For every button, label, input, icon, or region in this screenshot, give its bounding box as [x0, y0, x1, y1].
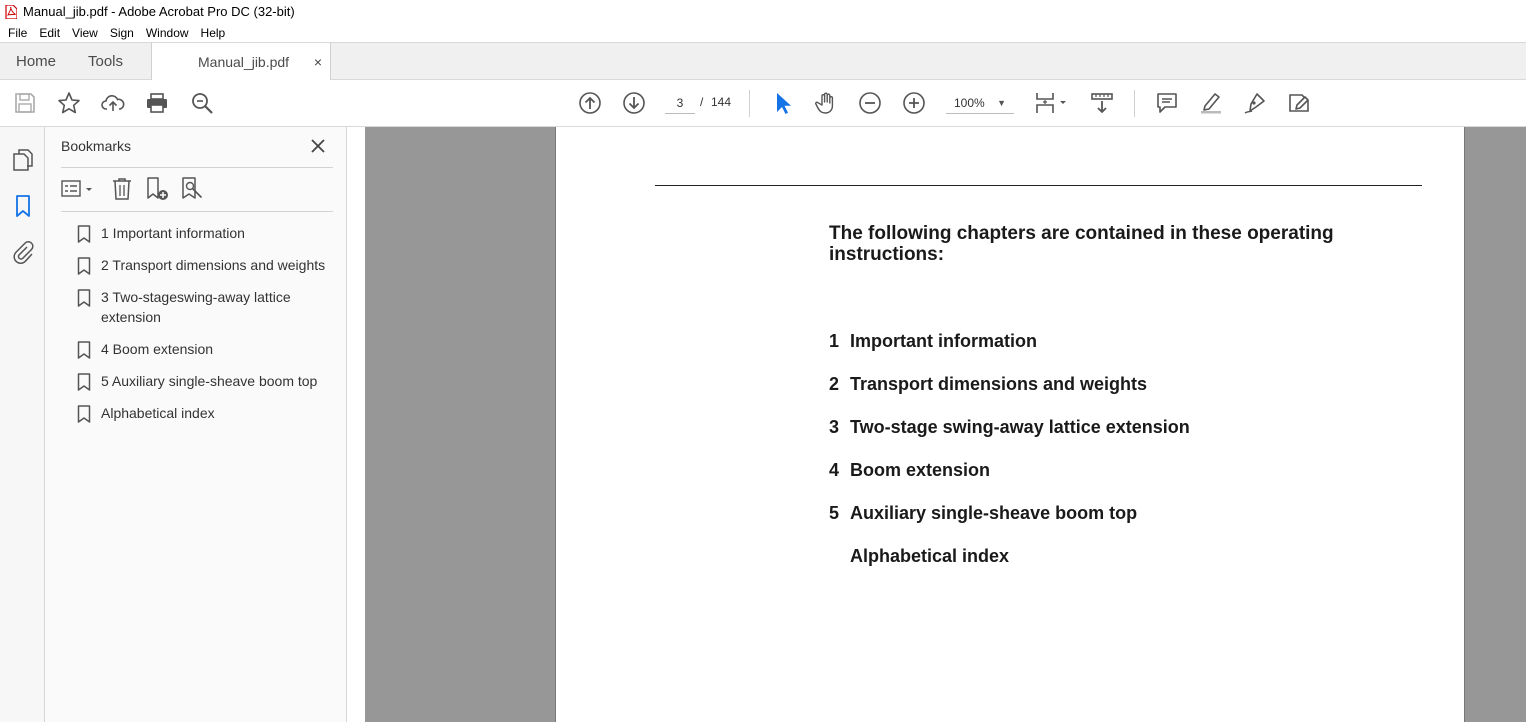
menu-sign[interactable]: Sign: [106, 26, 138, 40]
chevron-down-icon: ▼: [997, 98, 1006, 108]
toolbar-divider: [749, 90, 750, 117]
bookmark-label: Alphabetical index: [101, 405, 215, 421]
page-layout-icon[interactable]: [1034, 91, 1070, 115]
bookmark-icon: [77, 257, 91, 275]
bookmark-panel-icon[interactable]: [11, 194, 35, 218]
toc-title: Transport dimensions and weights: [850, 374, 1148, 394]
window-title: Manual_jib.pdf - Adobe Acrobat Pro DC (3…: [23, 4, 295, 19]
bookmark-icon: [77, 341, 91, 359]
bookmark-label: 5 Auxiliary single-sheave boom top: [101, 373, 318, 389]
menu-file[interactable]: File: [4, 26, 31, 40]
page-heading: The following chapters are contained in …: [829, 223, 1334, 265]
toc-title: Two-stage swing-away lattice extension: [850, 417, 1190, 437]
tab-document-label: Manual_jib.pdf: [198, 54, 290, 70]
tab-bar: Home Tools Manual_jib.pdf ×: [0, 43, 1526, 81]
toolbar-divider: [1134, 90, 1135, 117]
attachments-icon[interactable]: [11, 240, 35, 264]
bookmark-icon: [77, 225, 91, 243]
comment-icon[interactable]: [1155, 91, 1179, 115]
cloud-upload-icon[interactable]: [101, 91, 125, 115]
select-cursor-icon[interactable]: [771, 91, 795, 115]
toolbar: 3 / 144 100% ▼: [0, 80, 1526, 127]
pdf-file-icon: [5, 3, 18, 20]
toc-title: Important information: [850, 331, 1037, 351]
toc-number: 1: [829, 331, 840, 351]
document-viewer[interactable]: The following chapters are contained in …: [347, 127, 1526, 722]
bookmark-label: 3 Two-stageswing-away lattice extension: [101, 289, 291, 325]
star-icon[interactable]: [57, 91, 81, 115]
bookmark-label: 1 Important information: [101, 225, 245, 241]
pdf-page: The following chapters are contained in …: [555, 127, 1465, 722]
menu-help[interactable]: Help: [197, 26, 230, 40]
delete-bookmark-icon[interactable]: [109, 176, 135, 202]
bookmark-icon: [77, 289, 91, 307]
zoom-value: 100%: [954, 96, 985, 110]
menu-edit[interactable]: Edit: [35, 26, 64, 40]
menu-view[interactable]: View: [68, 26, 102, 40]
tab-home[interactable]: Home: [16, 43, 56, 80]
toc-title: Auxiliary single-sheave boom top: [850, 503, 1138, 523]
page-total: 144: [711, 95, 732, 109]
zoom-in-icon[interactable]: [902, 91, 926, 115]
toc-number: 4: [829, 460, 840, 480]
save-icon[interactable]: [13, 91, 37, 115]
toc-title: Boom extension: [850, 460, 991, 480]
page-number-input[interactable]: 3: [665, 92, 695, 114]
bookmark-item[interactable]: 4 Boom extension: [75, 339, 343, 359]
toc-title: Alphabetical index: [850, 546, 1010, 566]
page-thumbnails-icon[interactable]: [11, 148, 35, 172]
title-bar: Manual_jib.pdf - Adobe Acrobat Pro DC (3…: [0, 0, 1526, 23]
find-bookmark-icon[interactable]: [179, 176, 205, 202]
panel-divider: [61, 211, 333, 212]
bookmark-label: 2 Transport dimensions and weights: [101, 257, 326, 273]
bookmark-item[interactable]: 2 Transport dimensions and weights: [75, 255, 343, 275]
panel-divider: [61, 167, 333, 168]
zoom-select[interactable]: 100% ▼: [946, 92, 1014, 114]
bookmark-list: 1 Important information 2 Transport dime…: [75, 223, 343, 435]
bookmark-options-icon[interactable]: [61, 176, 97, 202]
bookmark-item[interactable]: 5 Auxiliary single-sheave boom top: [75, 371, 343, 391]
zoom-out-icon[interactable]: [858, 91, 882, 115]
toc-number: 2: [829, 374, 840, 394]
new-bookmark-icon[interactable]: [144, 176, 170, 202]
close-tab-icon[interactable]: ×: [314, 54, 322, 70]
draw-icon[interactable]: [1243, 91, 1267, 115]
highlight-icon[interactable]: [1199, 91, 1223, 115]
bookmarks-panel: Bookmarks 1 Important information 2 Tran…: [45, 127, 347, 722]
canvas-background: [1465, 127, 1526, 722]
panel-title: Bookmarks: [61, 138, 132, 154]
toc-number: 3: [829, 417, 840, 437]
bookmark-item[interactable]: 1 Important information: [75, 223, 343, 243]
zoom-search-icon[interactable]: [190, 91, 214, 115]
bookmark-icon: [77, 405, 91, 423]
print-icon[interactable]: [145, 91, 169, 115]
tab-tools[interactable]: Tools: [88, 43, 123, 80]
page-up-icon[interactable]: [578, 91, 602, 115]
toc-number: 5: [829, 503, 840, 523]
tab-document[interactable]: Manual_jib.pdf ×: [151, 43, 331, 81]
page-down-icon[interactable]: [622, 91, 646, 115]
bookmark-item[interactable]: Alphabetical index: [75, 403, 343, 423]
bookmark-icon: [77, 373, 91, 391]
bookmark-item[interactable]: 3 Two-stageswing-away lattice extension: [75, 287, 343, 327]
fill-sign-icon[interactable]: [1287, 91, 1311, 115]
canvas-background: [365, 127, 555, 722]
page-header-rule: [655, 185, 1422, 186]
menu-window[interactable]: Window: [142, 26, 193, 40]
scroll-mode-icon[interactable]: [1090, 91, 1114, 115]
page-separator: /: [700, 95, 704, 109]
menu-bar: File Edit View Sign Window Help: [0, 23, 1526, 43]
hand-icon[interactable]: [814, 91, 838, 115]
close-panel-icon[interactable]: [309, 137, 327, 155]
bookmark-label: 4 Boom extension: [101, 341, 214, 357]
navigation-rail: [0, 127, 45, 722]
